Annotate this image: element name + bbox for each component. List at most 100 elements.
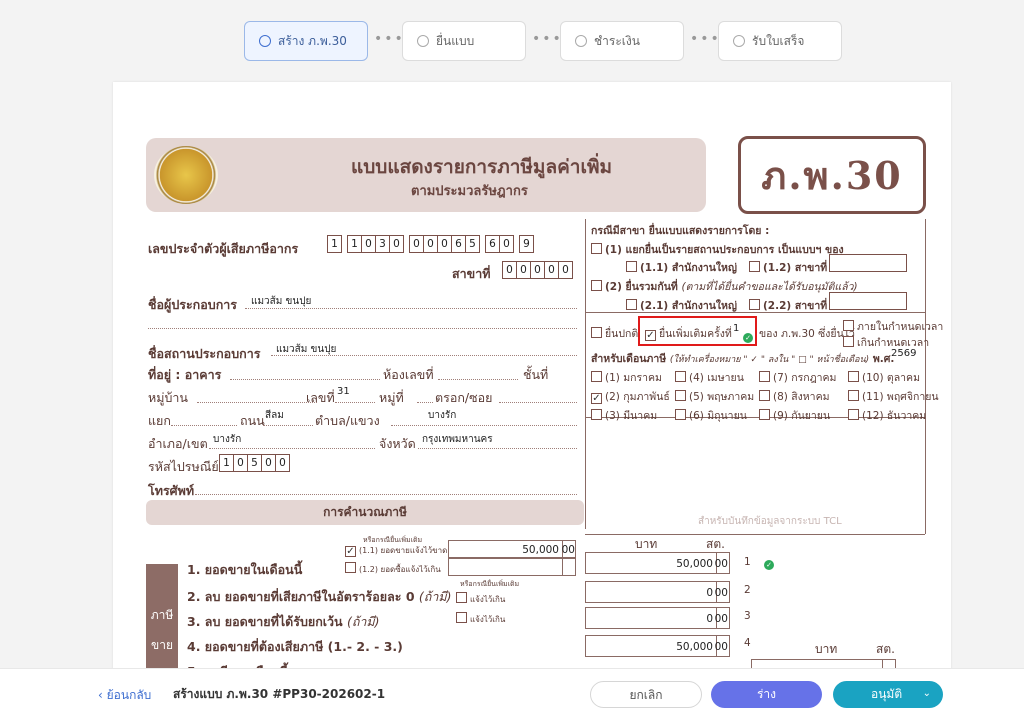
- step-create[interactable]: สร้าง ภ.พ.30: [244, 21, 368, 61]
- branch-boxes[interactable]: 00000: [502, 261, 573, 279]
- checkbox-icon: [675, 390, 686, 401]
- tambon-value[interactable]: บางรัก: [428, 408, 456, 423]
- in-time-row[interactable]: ภายในกำหนดเวลา: [843, 318, 943, 335]
- opt11-row[interactable]: (1.1) สำนักงานใหญ่: [626, 259, 737, 276]
- checkbox-icon: [848, 390, 859, 401]
- yaek-label: แยก: [148, 413, 171, 428]
- tax-year-value[interactable]: 2569: [891, 348, 916, 359]
- form-banner: แบบแสดงรายการภาษีมูลค่าเพิ่ม ตามประมวลรั…: [146, 138, 706, 212]
- digit-box: 0: [261, 454, 276, 472]
- line1b-amount[interactable]: [448, 558, 576, 576]
- digit-box: 0: [409, 235, 424, 253]
- calc-header: การคำนวณภาษี: [146, 500, 584, 525]
- zip-label: รหัสไปรษณีย์: [148, 459, 219, 474]
- province-value[interactable]: กรุงเทพมหานคร: [422, 432, 493, 447]
- opt22-row[interactable]: (2.2) สาขาที่: [749, 297, 827, 314]
- zip-boxes[interactable]: 10500: [219, 454, 290, 472]
- chevron-down-icon[interactable]: ⌄: [923, 681, 931, 707]
- digit-box: 0: [499, 235, 514, 253]
- line2-note[interactable]: แจ้งไว้เกิน: [456, 592, 505, 606]
- branch-case-label: กรณีมีสาขา ยื่นแบบแสดงรายการโดย :: [591, 225, 770, 237]
- phone-label: โทรศัพท์: [148, 483, 195, 498]
- line2-amount[interactable]: 0 00: [585, 581, 730, 603]
- road-value[interactable]: สีลม: [265, 408, 284, 423]
- month-option[interactable]: (1) มกราคม: [591, 369, 662, 386]
- digit-box: 0: [389, 235, 404, 253]
- digit-box: 3: [375, 235, 390, 253]
- step-submit[interactable]: ยื่นแบบ: [402, 21, 526, 61]
- line1b-row[interactable]: (1.2) ยอดซื้อแจ้งไว้เกิน: [345, 562, 441, 576]
- checkbox-icon: [456, 592, 467, 603]
- month-option[interactable]: (7) กรกฎาคม: [759, 369, 836, 386]
- opt12-branch-input[interactable]: [829, 254, 907, 272]
- month-option[interactable]: (4) เมษายน: [675, 369, 744, 386]
- taxid-boxes[interactable]: 1103000065609: [327, 235, 534, 253]
- checkbox-icon: [626, 261, 637, 272]
- satang-header-2: สต.: [876, 642, 895, 656]
- checkbox-icon: [759, 390, 770, 401]
- step-connector: •••: [374, 31, 405, 47]
- opt12-row[interactable]: (1.2) สาขาที่: [749, 259, 827, 276]
- checkbox-icon: [759, 371, 770, 382]
- month-option[interactable]: (10) ตุลาคม: [848, 369, 920, 386]
- normal-filing-row[interactable]: ยื่นปกติ: [591, 325, 638, 342]
- checkbox-icon: [591, 243, 602, 254]
- tcl-note: สำหรับบันทึกข้อมูลจากระบบ TCL: [698, 516, 842, 527]
- province-line: [418, 448, 577, 449]
- digit-box: 6: [485, 235, 500, 253]
- approve-button[interactable]: อนุมัติ ⌄: [833, 681, 943, 708]
- checkbox-icon: [675, 409, 686, 420]
- line4-amount[interactable]: 50,000 00: [585, 635, 730, 657]
- line1a-amount[interactable]: 50,000 00: [448, 540, 576, 558]
- digit-box: 0: [558, 261, 573, 279]
- tambon-line: [391, 425, 577, 426]
- month-option[interactable]: (11) พฤศจิกายน: [848, 388, 939, 405]
- month-option[interactable]: (8) สิงหาคม: [759, 388, 830, 405]
- checkbox-icon: [749, 299, 760, 310]
- opt22-branch-input[interactable]: [829, 292, 907, 310]
- opt21-row[interactable]: (2.1) สำนักงานใหญ่: [626, 297, 737, 314]
- digit-box: 0: [423, 235, 438, 253]
- step-circle-icon: [575, 35, 587, 47]
- checkbox-icon: [591, 371, 602, 382]
- digit-box: 6: [451, 235, 466, 253]
- back-link[interactable]: ‹ ย้อนกลับ: [98, 686, 151, 705]
- checkbox-icon: [759, 409, 770, 420]
- amphoe-line: [209, 448, 375, 449]
- address-label: ที่อยู่ : อาคาร: [148, 367, 222, 382]
- no-value[interactable]: 31: [337, 386, 350, 397]
- room-label: ห้องเลขที่: [383, 367, 434, 382]
- line4-label: 4. ยอดขายที่ต้องเสียภาษี (1.- 2. - 3.): [187, 639, 403, 654]
- form-paper: แบบแสดงรายการภาษีมูลค่าเพิ่ม ตามประมวลรั…: [113, 82, 951, 682]
- step-circle-icon: [733, 35, 745, 47]
- line1a-row[interactable]: ✓ (1.1) ยอดขายแจ้งไว้ขาด: [345, 544, 447, 557]
- month-option[interactable]: (12) ธันวาคม: [848, 407, 926, 424]
- checkbox-icon: [848, 409, 859, 420]
- step-pay[interactable]: ชำระเงิน: [560, 21, 684, 61]
- line1-amount[interactable]: 50,000 00: [585, 552, 730, 574]
- digit-box: 1: [219, 454, 234, 472]
- month-option[interactable]: ✓ (2) กุมภาพันธ์: [591, 388, 670, 405]
- digit-box: 0: [502, 261, 517, 279]
- checkbox-icon: [591, 280, 602, 291]
- month-option[interactable]: (3) มีนาคม: [591, 407, 657, 424]
- opt2-row[interactable]: (2) ยื่นรวมกันที่ (ตามที่ได้ยื่นคำขอและไ…: [591, 278, 858, 295]
- cancel-button[interactable]: ยกเลิก: [590, 681, 702, 708]
- digit-box: 1: [327, 235, 342, 253]
- checkbox-icon: [626, 299, 637, 310]
- opt1-row[interactable]: (1) แยกยื่นเป็นรายสถานประกอบการ เป็นแบบฯ…: [591, 241, 844, 258]
- month-option[interactable]: (6) มิถุนายน: [675, 407, 747, 424]
- step-receipt[interactable]: รับใบเสร็จ: [718, 21, 842, 61]
- chevron-left-icon: ‹: [98, 688, 107, 702]
- room-line: [438, 379, 518, 380]
- draft-button[interactable]: ร่าง: [711, 681, 822, 708]
- soi-line: [499, 402, 577, 403]
- operator-value[interactable]: แมวส้ม ขนปุย: [251, 294, 311, 309]
- checkbox-icon: [456, 612, 467, 623]
- month-option[interactable]: (5) พฤษภาคม: [675, 388, 754, 405]
- line3-amount[interactable]: 0 00: [585, 607, 730, 629]
- line3-note[interactable]: แจ้งไว้เกิน: [456, 612, 505, 626]
- amphoe-value[interactable]: บางรัก: [213, 432, 241, 447]
- month-option[interactable]: (9) กันยายน: [759, 407, 830, 424]
- revenue-dept-seal-icon: [154, 146, 218, 204]
